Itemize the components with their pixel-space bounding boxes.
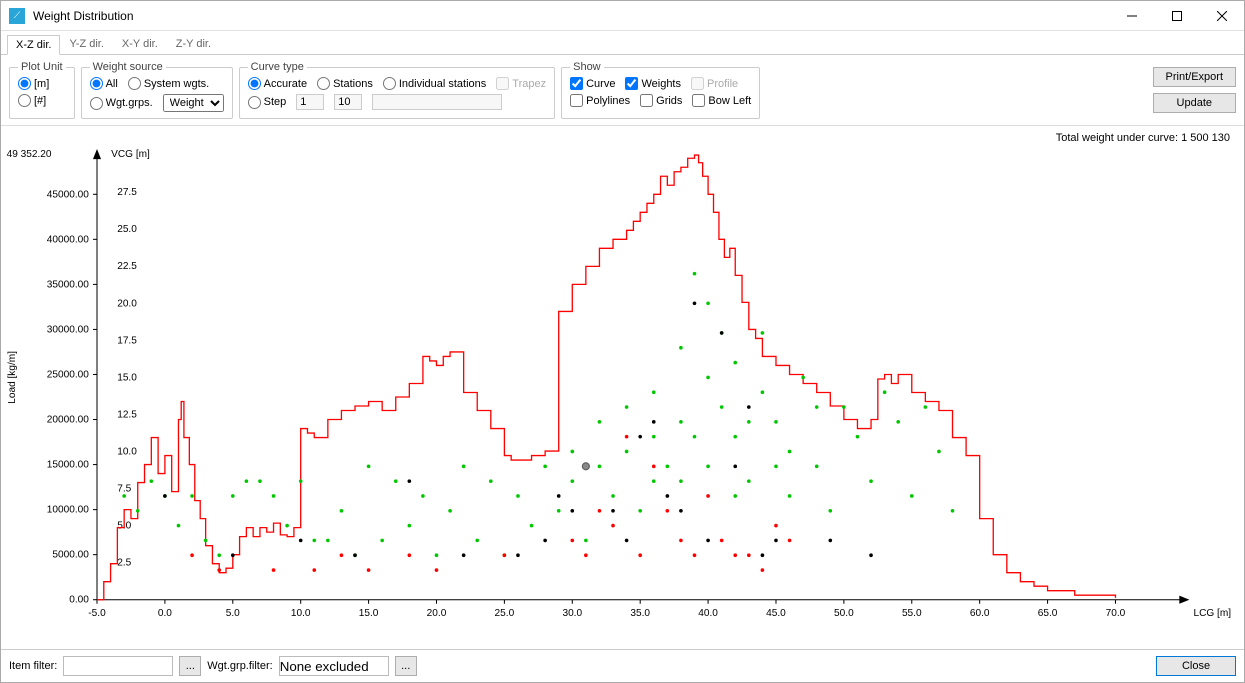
show-grids[interactable]: Grids [640,94,682,107]
svg-text:20.0: 20.0 [427,608,447,619]
close-button[interactable]: Close [1156,656,1236,676]
ws-all[interactable]: All [90,77,118,90]
chart-area: Total weight under curve: 1 500 130 0.00… [1,126,1244,649]
maximize-button[interactable] [1154,1,1199,31]
app-window: ⟋ Weight Distribution X-Z dir. Y-Z dir. … [0,0,1245,683]
tab-yz[interactable]: Y-Z dir. [60,34,112,54]
svg-text:20000.00: 20000.00 [47,415,89,426]
show-weights[interactable]: Weights [625,77,681,90]
show-legend: Show [570,61,604,73]
svg-text:15.0: 15.0 [359,608,379,619]
svg-text:22.5: 22.5 [117,261,137,272]
ct-step-a[interactable] [296,94,324,110]
plot-unit-legend: Plot Unit [18,61,66,73]
wgt-filter-input[interactable] [279,656,389,676]
svg-text:60.0: 60.0 [970,608,990,619]
svg-text:5000.00: 5000.00 [52,550,89,561]
svg-text:0.00: 0.00 [69,595,89,606]
print-export-button[interactable]: Print/Export [1153,67,1236,87]
ct-step[interactable]: Step [248,96,287,109]
show-curve[interactable]: Curve [570,77,615,90]
ws-wgtgrps[interactable]: Wgt.grps. [90,97,153,110]
wgt-filter-label: Wgt.grp.filter: [207,660,272,672]
curve-type-group: Curve type Accurate Stations Individual … [239,61,555,119]
plot-unit-group: Plot Unit [m] [#] [9,61,75,119]
svg-text:50.0: 50.0 [834,608,854,619]
ct-trapez: Trapez [496,77,546,90]
window-title: Weight Distribution [33,9,1109,23]
svg-text:25.0: 25.0 [495,608,515,619]
close-icon [1217,11,1227,21]
svg-text:-5.0: -5.0 [88,608,106,619]
ws-system[interactable]: System wgts. [128,77,209,90]
footer: Item filter: ... Wgt.grp.filter: ... Clo… [1,649,1244,682]
svg-text:0.0: 0.0 [158,608,172,619]
svg-text:55.0: 55.0 [902,608,922,619]
app-icon: ⟋ [9,8,25,24]
item-filter-browse[interactable]: ... [179,656,201,676]
svg-text:5.0: 5.0 [226,608,240,619]
curve-type-legend: Curve type [248,61,307,73]
ct-individual[interactable]: Individual stations [383,77,486,90]
svg-text:7.5: 7.5 [117,484,131,495]
svg-text:35.0: 35.0 [630,608,650,619]
svg-text:27.5: 27.5 [117,187,137,198]
svg-text:70.0: 70.0 [1106,608,1126,619]
window-controls [1109,1,1244,31]
svg-text:40000.00: 40000.00 [47,234,89,245]
svg-text:49 352.20: 49 352.20 [7,149,52,160]
show-polylines[interactable]: Polylines [570,94,630,107]
svg-text:15000.00: 15000.00 [47,460,89,471]
svg-text:LCG [m]: LCG [m] [1193,608,1231,619]
ct-accurate[interactable]: Accurate [248,77,307,90]
plot-unit-hash[interactable]: [#] [18,94,66,107]
tab-zy[interactable]: Z-Y dir. [167,34,220,54]
minimize-button[interactable] [1109,1,1154,31]
tab-bar: X-Z dir. Y-Z dir. X-Y dir. Z-Y dir. [1,31,1244,55]
item-filter-input[interactable] [63,656,173,676]
svg-text:45000.00: 45000.00 [47,189,89,200]
svg-text:10000.00: 10000.00 [47,505,89,516]
chart-canvas: 0.00 5000.00 10000.00 15000.00 20000.00 25000… [1,126,1244,649]
update-button[interactable]: Update [1153,93,1236,113]
svg-text:12.5: 12.5 [117,409,137,420]
tab-xz[interactable]: X-Z dir. [7,35,60,55]
maximize-icon [1172,11,1182,21]
svg-text:VCG [m]: VCG [m] [111,149,150,160]
svg-text:Load [kg/m]: Load [kg/m] [7,351,18,404]
svg-text:35000.00: 35000.00 [47,279,89,290]
tab-xy[interactable]: X-Y dir. [113,34,167,54]
item-filter-label: Item filter: [9,660,57,672]
svg-text:45.0: 45.0 [766,608,786,619]
svg-text:17.5: 17.5 [117,335,137,346]
weight-select[interactable]: Weight [163,94,224,112]
plot-unit-m[interactable]: [m] [18,77,66,90]
show-group: Show Curve Weights Profile Polylines Gri… [561,61,760,119]
titlebar: ⟋ Weight Distribution [1,1,1244,31]
ct-step-b[interactable] [334,94,362,110]
ct-stations[interactable]: Stations [317,77,373,90]
svg-text:10.0: 10.0 [291,608,311,619]
ct-step-c[interactable] [372,94,502,110]
action-buttons: Print/Export Update [1153,61,1236,119]
minimize-icon [1127,11,1137,21]
svg-text:15.0: 15.0 [117,372,137,383]
weight-source-group: Weight source All System wgts. Wgt.grps.… [81,61,233,119]
svg-text:25000.00: 25000.00 [47,370,89,381]
svg-text:40.0: 40.0 [698,608,718,619]
svg-text:2.5: 2.5 [117,558,131,569]
total-weight-label: Total weight under curve: 1 500 130 [1056,132,1230,144]
svg-text:10.0: 10.0 [117,447,137,458]
show-profile: Profile [691,77,738,90]
controls-panel: Plot Unit [m] [#] Weight source All Syst… [1,55,1244,126]
show-bowleft[interactable]: Bow Left [692,94,751,107]
svg-text:30.0: 30.0 [562,608,582,619]
svg-text:65.0: 65.0 [1038,608,1058,619]
weight-source-legend: Weight source [90,61,166,73]
close-window-button[interactable] [1199,1,1244,31]
svg-text:25.0: 25.0 [117,224,137,235]
svg-text:30000.00: 30000.00 [47,324,89,335]
svg-text:20.0: 20.0 [117,298,137,309]
wgt-filter-browse[interactable]: ... [395,656,417,676]
